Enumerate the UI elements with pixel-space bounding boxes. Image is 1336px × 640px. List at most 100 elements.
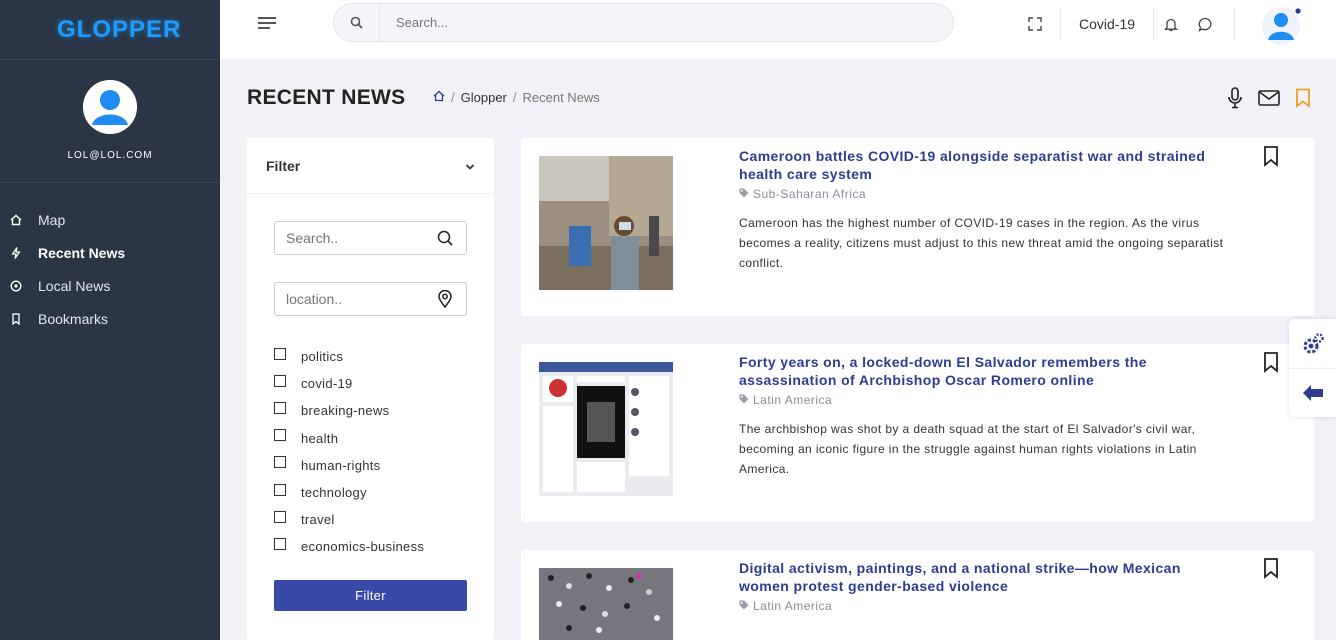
brand-name: GLOPPER <box>57 15 182 43</box>
sidebar-item-local-news[interactable]: Local News <box>0 269 220 302</box>
tag-icon <box>739 187 749 201</box>
fullscreen-icon[interactable] <box>1010 0 1060 48</box>
news-category-label: Latin America <box>753 599 833 613</box>
filter-toggle[interactable]: Filter <box>247 138 494 194</box>
news-headline[interactable]: Cameroon battles COVID-19 alongside sepa… <box>739 148 1235 183</box>
bookmark-icon[interactable] <box>1292 87 1314 109</box>
checkbox-travel[interactable]: travel <box>274 506 424 533</box>
breadcrumb-current: Recent News <box>522 90 600 105</box>
chat-icon[interactable] <box>1188 0 1222 48</box>
checkbox[interactable] <box>274 374 286 387</box>
location-input[interactable] <box>275 291 430 307</box>
sidebar-item-label: Local News <box>38 277 111 294</box>
checkbox[interactable] <box>274 483 286 496</box>
sidebar-nav: Map Recent News Local News Bookmarks <box>0 203 220 335</box>
sidebar-item-label: Bookmarks <box>38 310 109 327</box>
tag-checkbox-list: politics covid-19 breaking-news health h… <box>274 343 424 561</box>
news-thumbnail[interactable] <box>539 156 673 290</box>
checkbox-label: health <box>301 430 339 446</box>
checkbox-health[interactable]: health <box>274 425 424 452</box>
news-card[interactable]: Cameroon battles COVID-19 alongside sepa… <box>521 138 1314 316</box>
checkbox[interactable] <box>274 347 286 360</box>
search-input[interactable] <box>380 15 940 30</box>
checkbox-label: covid-19 <box>301 376 353 392</box>
bookmark-icon[interactable] <box>1261 351 1281 373</box>
header-actions: Covid-19 <box>1010 0 1236 48</box>
sidebar-item-recent-news[interactable]: Recent News <box>0 236 220 269</box>
sidebar: GLOPPER LOL@LOL.COM Map Recent News Loca… <box>0 0 220 640</box>
news-thumbnail[interactable] <box>539 362 673 496</box>
checkbox[interactable] <box>274 537 286 550</box>
checkbox[interactable] <box>274 429 286 442</box>
map-pin-icon[interactable] <box>430 290 460 308</box>
checkbox-technology[interactable]: technology <box>274 479 424 506</box>
sidebar-item-bookmarks[interactable]: Bookmarks <box>0 302 220 335</box>
checkbox[interactable] <box>274 510 286 523</box>
page-tools <box>1224 87 1314 109</box>
news-description: Cameroon has the highest number of COVID… <box>739 216 1224 270</box>
user-avatar-icon <box>1262 7 1301 45</box>
header-avatar[interactable] <box>1259 4 1305 46</box>
brand-logo[interactable]: GLOPPER <box>0 0 220 60</box>
sidebar-item-label: Map <box>38 211 66 228</box>
checkbox-covid-19[interactable]: covid-19 <box>274 370 424 397</box>
bookmark-icon <box>10 312 38 325</box>
floating-widgets <box>1289 319 1336 417</box>
page-title: RECENT NEWS <box>247 86 406 109</box>
home-icon <box>10 214 38 226</box>
news-description: The archbishop was shot by a death squad… <box>739 422 1197 476</box>
breadcrumb-separator: / <box>512 90 517 105</box>
user-email: LOL@LOL.COM <box>67 150 153 161</box>
search-icon[interactable] <box>334 4 380 41</box>
checkbox[interactable] <box>274 456 286 469</box>
checkbox-label: travel <box>301 512 335 528</box>
filter-title: Filter <box>266 157 301 174</box>
news-category-label: Sub-Saharan Africa <box>753 187 867 201</box>
checkbox-label: technology <box>301 485 367 501</box>
news-card[interactable]: Forty years on, a locked-down El Salvado… <box>521 344 1314 522</box>
news-category: Sub-Saharan Africa <box>739 187 866 201</box>
checkbox-label: politics <box>301 349 344 365</box>
checkbox-label: economics-business <box>301 539 425 555</box>
header-search <box>333 3 954 42</box>
microphone-icon[interactable] <box>1224 87 1246 109</box>
search-icon[interactable] <box>430 230 460 246</box>
news-thumbnail[interactable] <box>539 568 673 640</box>
checkbox-label: human-rights <box>301 457 381 473</box>
bookmark-icon[interactable] <box>1261 145 1281 167</box>
tag-icon <box>739 599 749 613</box>
menu-toggle-icon[interactable] <box>258 17 278 33</box>
filter-location-field <box>274 282 467 316</box>
news-card[interactable]: Digital activism, paintings, and a natio… <box>521 550 1314 640</box>
settings-gears-icon[interactable] <box>1289 319 1336 368</box>
news-headline[interactable]: Forty years on, a locked-down El Salvado… <box>739 354 1235 389</box>
checkbox-politics[interactable]: politics <box>274 343 424 370</box>
checkbox-human-rights[interactable]: human-rights <box>274 452 424 479</box>
mail-icon[interactable] <box>1258 87 1280 109</box>
covid-link[interactable]: Covid-19 <box>1061 0 1153 48</box>
news-category: Latin America <box>739 393 832 407</box>
bell-icon[interactable] <box>1154 0 1188 48</box>
tag-icon <box>739 393 749 407</box>
divider <box>1234 8 1236 40</box>
sidebar-item-label: Recent News <box>38 244 126 261</box>
checkbox-label: breaking-news <box>301 403 390 419</box>
filter-search-input[interactable] <box>275 230 430 246</box>
chevron-down-icon <box>465 158 475 174</box>
location-icon <box>10 280 38 292</box>
avatar[interactable] <box>83 80 137 134</box>
bookmark-icon[interactable] <box>1261 557 1281 579</box>
breadcrumb-parent[interactable]: Glopper <box>461 90 507 105</box>
filter-button[interactable]: Filter <box>274 580 467 611</box>
checkbox-economics-business[interactable]: economics-business <box>274 533 424 560</box>
checkbox[interactable] <box>274 401 286 414</box>
news-headline[interactable]: Digital activism, paintings, and a natio… <box>739 560 1235 595</box>
news-category-label: Latin America <box>753 393 833 407</box>
filter-search-field <box>274 221 467 255</box>
home-icon[interactable] <box>433 90 445 105</box>
sidebar-item-map[interactable]: Map <box>0 203 220 236</box>
top-header: Covid-19 <box>220 0 1336 59</box>
directions-icon[interactable] <box>1289 368 1336 417</box>
news-category: Latin America <box>739 599 832 613</box>
checkbox-breaking-news[interactable]: breaking-news <box>274 397 424 424</box>
